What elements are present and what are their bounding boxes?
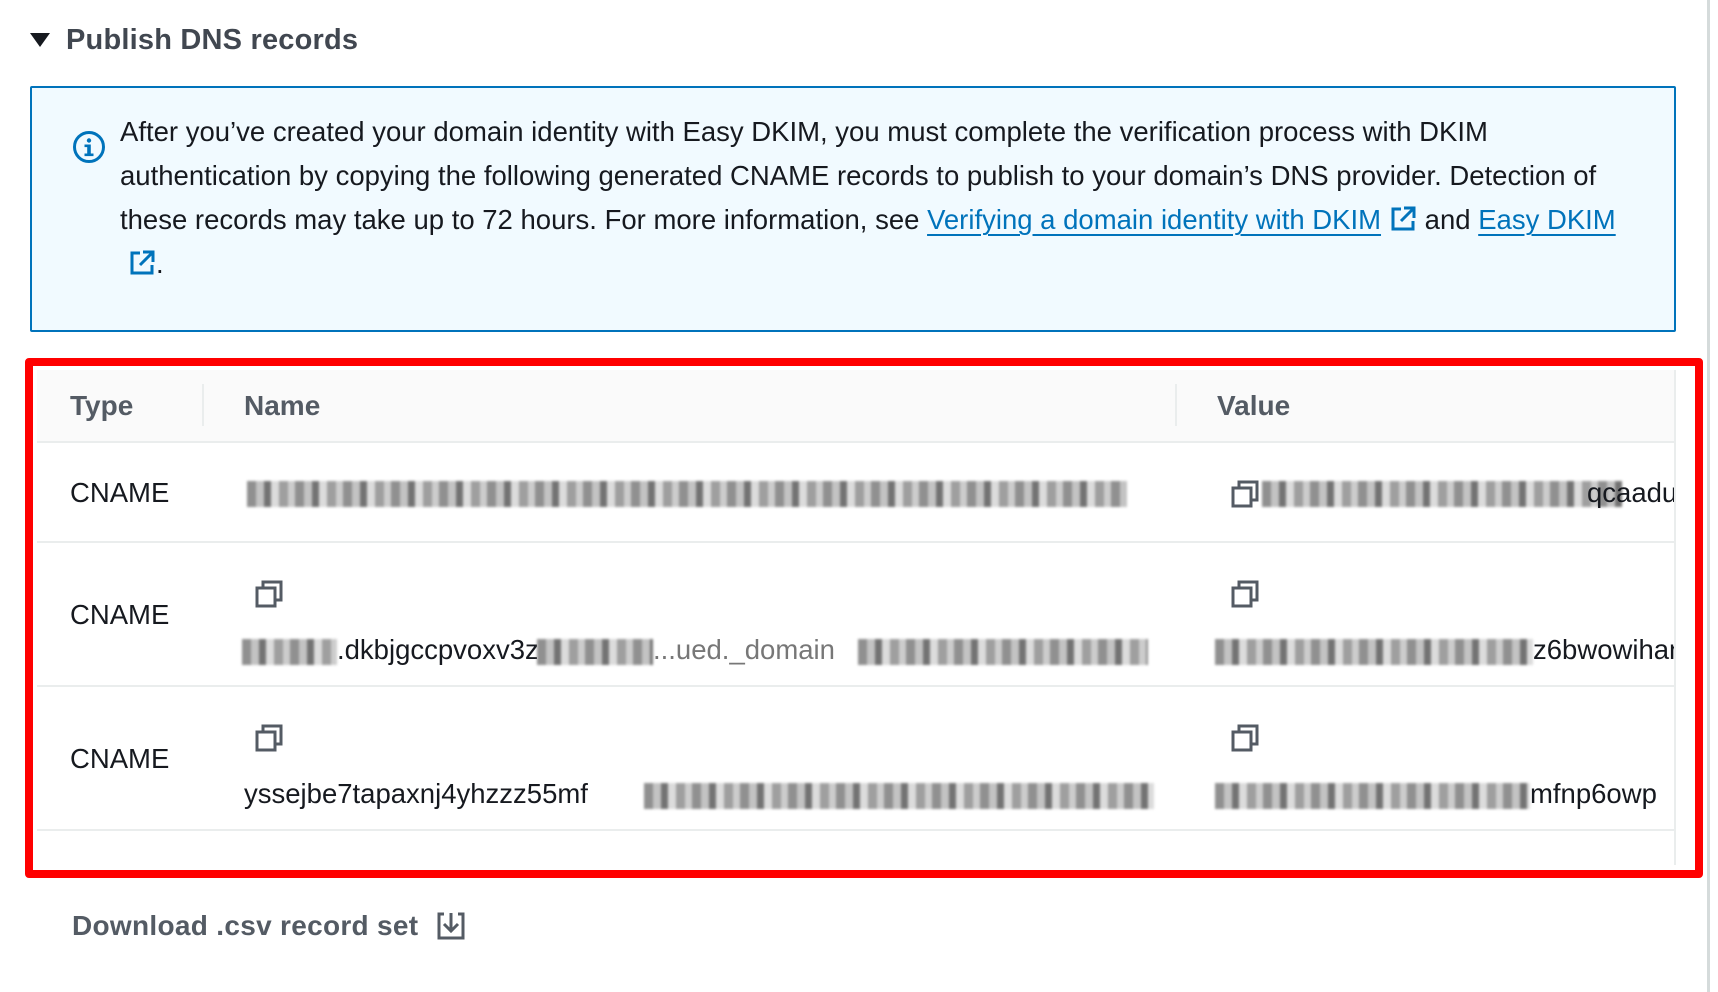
- alert-text-after: .: [156, 248, 164, 279]
- download-icon: [437, 912, 465, 940]
- highlight-annotation: [25, 358, 1703, 878]
- download-csv-button[interactable]: Download .csv record set: [72, 906, 466, 946]
- alert-text-between: and: [1417, 204, 1479, 235]
- publish-dns-records-toggle[interactable]: Publish DNS records: [30, 20, 358, 60]
- section-title: Publish DNS records: [66, 23, 359, 56]
- info-alert: After you’ve created your domain identit…: [30, 86, 1676, 332]
- download-label: Download .csv record set: [72, 910, 419, 941]
- verifying-domain-dkim-link[interactable]: Verifying a domain identity with DKIM: [927, 204, 1417, 235]
- info-icon: [73, 131, 105, 163]
- link-label: Verifying a domain identity with DKIM: [927, 204, 1382, 235]
- external-link-icon: [1391, 206, 1416, 231]
- scrollbar-track[interactable]: [1707, 0, 1710, 992]
- caret-down-icon: [30, 33, 50, 47]
- link-label: Easy DKIM: [1478, 204, 1616, 235]
- external-link-icon: [130, 250, 155, 275]
- alert-message: After you’ve created your domain identit…: [120, 110, 1650, 286]
